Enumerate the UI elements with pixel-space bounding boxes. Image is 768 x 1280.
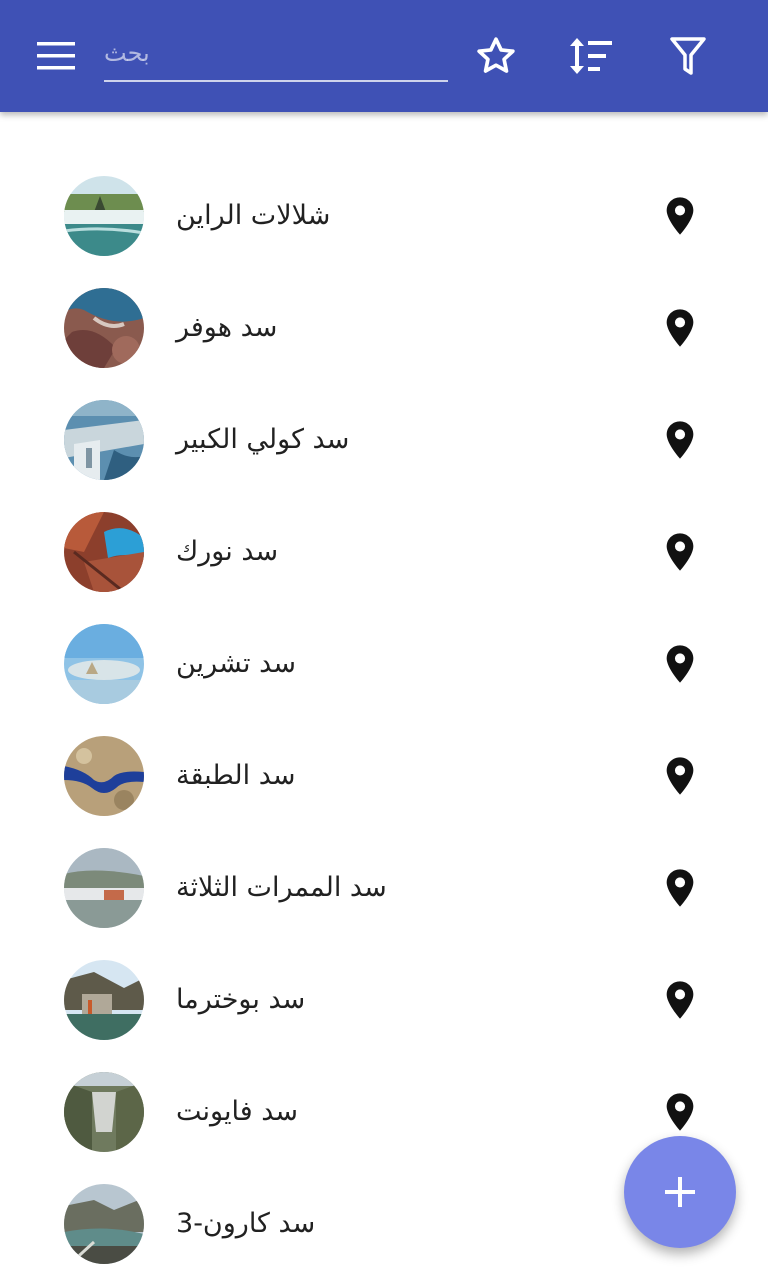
item-title: سد تشرين — [176, 648, 296, 679]
menu-button[interactable] — [28, 28, 84, 84]
item-title: سد الطبقة — [176, 760, 296, 791]
item-thumbnail — [64, 512, 144, 592]
add-button[interactable] — [624, 1136, 736, 1248]
map-marker-icon — [666, 533, 694, 571]
show-on-map-button[interactable] — [660, 754, 700, 798]
show-on-map-button[interactable] — [660, 306, 700, 350]
filter-icon — [670, 37, 706, 75]
app-screen: شلالات الراين سد هوفر — [0, 0, 768, 1280]
search-field — [104, 30, 448, 82]
map-marker-icon — [666, 421, 694, 459]
list-item[interactable]: سد بوخترما — [0, 944, 768, 1056]
list-item[interactable]: سد الممرات الثلاثة — [0, 832, 768, 944]
top-app-bar — [0, 0, 768, 112]
map-marker-icon — [666, 981, 694, 1019]
hamburger-menu-icon — [37, 42, 75, 70]
show-on-map-button[interactable] — [660, 866, 700, 910]
list-item[interactable]: سد هوفر — [0, 272, 768, 384]
list-item[interactable]: سد تشرين — [0, 608, 768, 720]
filter-button[interactable] — [660, 28, 716, 84]
show-on-map-button[interactable] — [660, 1090, 700, 1134]
sort-button[interactable] — [563, 28, 619, 84]
item-thumbnail — [64, 400, 144, 480]
item-thumbnail — [64, 960, 144, 1040]
item-thumbnail — [64, 1184, 144, 1264]
item-thumbnail — [64, 736, 144, 816]
item-title: سد نورك — [176, 536, 279, 567]
dam-list: شلالات الراين سد هوفر سد كولي الكبير سد … — [0, 160, 768, 1280]
item-title: سد فايونت — [176, 1096, 299, 1127]
star-outline-icon — [477, 37, 515, 73]
list-item[interactable]: سد كولي الكبير — [0, 384, 768, 496]
item-thumbnail — [64, 176, 144, 256]
item-title: شلالات الراين — [176, 200, 331, 231]
map-marker-icon — [666, 869, 694, 907]
item-thumbnail — [64, 848, 144, 928]
item-title: سد كارون-3 — [176, 1208, 316, 1239]
list-item[interactable]: شلالات الراين — [0, 160, 768, 272]
search-input[interactable] — [104, 30, 448, 76]
show-on-map-button[interactable] — [660, 194, 700, 238]
sort-icon — [570, 38, 612, 74]
item-title: سد هوفر — [176, 312, 278, 343]
favorites-button[interactable] — [468, 28, 524, 84]
plus-icon — [665, 1177, 695, 1207]
list-item[interactable]: سد نورك — [0, 496, 768, 608]
item-thumbnail — [64, 624, 144, 704]
show-on-map-button[interactable] — [660, 642, 700, 686]
item-thumbnail — [64, 1072, 144, 1152]
item-title: سد كولي الكبير — [176, 424, 350, 455]
map-marker-icon — [666, 645, 694, 683]
item-thumbnail — [64, 288, 144, 368]
map-marker-icon — [666, 1093, 694, 1131]
list-item[interactable]: سد الطبقة — [0, 720, 768, 832]
map-marker-icon — [666, 309, 694, 347]
map-marker-icon — [666, 757, 694, 795]
item-title: سد بوخترما — [176, 984, 306, 1015]
show-on-map-button[interactable] — [660, 418, 700, 462]
show-on-map-button[interactable] — [660, 978, 700, 1022]
item-title: سد الممرات الثلاثة — [176, 872, 387, 903]
show-on-map-button[interactable] — [660, 530, 700, 574]
map-marker-icon — [666, 197, 694, 235]
